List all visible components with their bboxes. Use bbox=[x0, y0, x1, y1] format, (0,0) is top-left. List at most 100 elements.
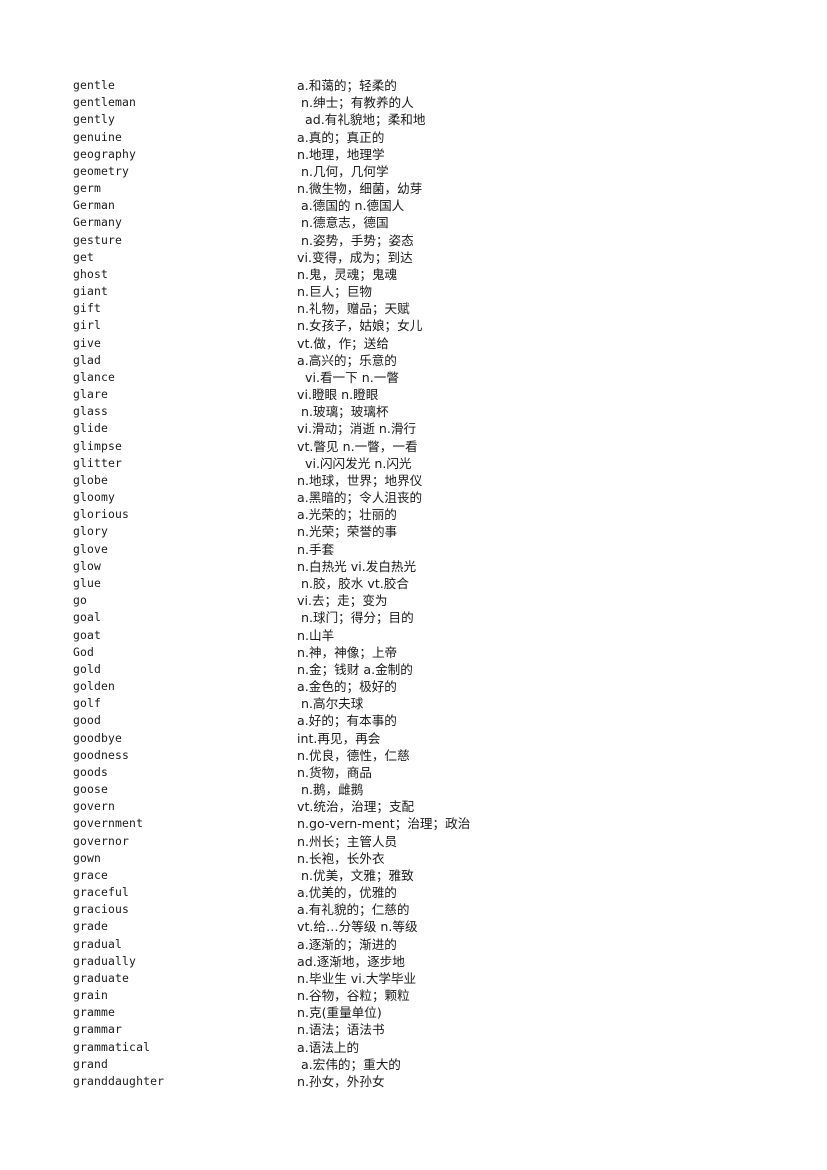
entry-term: golden bbox=[73, 679, 116, 694]
vocabulary-entry-row: germ n.微生物，细菌，幼芽 bbox=[73, 180, 773, 197]
vocabulary-entry-row: glorious a.光荣的；壮丽的 bbox=[73, 506, 773, 523]
entry-term: go bbox=[73, 593, 88, 608]
vocabulary-entry-row: gradual a.逐渐的；渐进的 bbox=[73, 936, 773, 953]
entry-definition: n.姿势，手势；姿态 bbox=[297, 232, 414, 248]
entry-term: gentle bbox=[73, 78, 116, 92]
entry-definition: n.手套 bbox=[297, 541, 335, 557]
entry-term: gold bbox=[73, 661, 102, 676]
vocabulary-entry-row: goal n.球门；得分；目的 bbox=[73, 609, 773, 626]
entry-term: glorious bbox=[73, 507, 130, 522]
vocabulary-entry-row: grammar n.语法；语法书 bbox=[73, 1021, 773, 1038]
entry-term: glitter bbox=[73, 455, 123, 470]
vocabulary-entry-row: glue n.胶，胶水 vt.胶合 bbox=[73, 575, 773, 592]
entry-term: grammar bbox=[73, 1022, 123, 1037]
vocabulary-entry-row: gradually ad.逐渐地，逐步地 bbox=[73, 953, 773, 970]
entry-term: globe bbox=[73, 472, 109, 487]
vocabulary-entry-row: glow n.白热光 vi.发白热光 bbox=[73, 558, 773, 575]
entry-definition: vt.做，作；送给 bbox=[297, 335, 389, 351]
entry-term: grace bbox=[73, 867, 109, 882]
entry-term: German bbox=[73, 198, 116, 213]
vocabulary-entry-row: glad a.高兴的；乐意的 bbox=[73, 352, 773, 369]
entry-definition: a.有礼貌的；仁慈的 bbox=[297, 902, 410, 918]
entry-term: glow bbox=[73, 558, 102, 573]
entry-definition: n.金；钱财 a.金制的 bbox=[297, 661, 413, 677]
entry-term: gently bbox=[73, 112, 116, 127]
vocabulary-entry-row: grain n.谷物，谷粒；颗粒 bbox=[73, 987, 773, 1004]
entry-definition: vi.变得，成为；到达 bbox=[297, 249, 413, 265]
entry-term: glad bbox=[73, 352, 102, 367]
vocabulary-entry-row: glove n.手套 bbox=[73, 541, 773, 558]
entry-term: grade bbox=[73, 919, 109, 934]
entry-term: goods bbox=[73, 764, 109, 779]
entry-definition: n.礼物，赠品；天赋 bbox=[297, 301, 410, 317]
vocabulary-entry-row: glass n.玻璃；玻璃杯 bbox=[73, 403, 773, 420]
entry-term: geography bbox=[73, 146, 137, 161]
entry-definition: n.毕业生 vi.大学毕业 bbox=[297, 970, 417, 986]
vocabulary-entry-row: gentleman n.绅士；有教养的人 bbox=[73, 94, 773, 111]
entry-term: goal bbox=[73, 610, 102, 625]
entry-term: glove bbox=[73, 541, 109, 556]
entry-term: governor bbox=[73, 833, 130, 848]
entry-definition: n.长袍，长外衣 bbox=[297, 850, 385, 866]
vocabulary-entry-row: grand a.宏伟的；重大的 bbox=[73, 1056, 773, 1073]
entry-term: graceful bbox=[73, 885, 130, 900]
vocabulary-entry-row: graduate n.毕业生 vi.大学毕业 bbox=[73, 970, 773, 987]
entry-term: get bbox=[73, 249, 95, 264]
vocabulary-entry-row: governor n.州长；主管人员 bbox=[73, 833, 773, 850]
vocabulary-entry-row: genuine a.真的；真正的 bbox=[73, 129, 773, 146]
vocabulary-entry-row: grace n.优美，文雅；雅致 bbox=[73, 867, 773, 884]
vocabulary-entry-row: give vt.做，作；送给 bbox=[73, 335, 773, 352]
entry-definition: a.德国的 n.德国人 bbox=[297, 198, 405, 214]
entry-definition: n.玻璃；玻璃杯 bbox=[297, 404, 389, 420]
vocabulary-entry-row: govern vt.统治，治理；支配 bbox=[73, 798, 773, 815]
vocabulary-entry-row: grade vt.给…分等级 n.等级 bbox=[73, 918, 773, 935]
entry-definition: n.神，神像；上帝 bbox=[297, 644, 398, 660]
entry-definition: a.真的；真正的 bbox=[297, 129, 385, 145]
entry-definition: a.和蔼的；轻柔的 bbox=[297, 78, 397, 93]
entry-term: glue bbox=[73, 575, 102, 590]
entry-definition: n.白热光 vi.发白热光 bbox=[297, 558, 417, 574]
entry-term: genuine bbox=[73, 129, 123, 144]
vocabulary-entry-row: grammatical a.语法上的 bbox=[73, 1039, 773, 1056]
vocabulary-entry-row: gold n.金；钱财 a.金制的 bbox=[73, 661, 773, 678]
entry-definition: n.微生物，细菌，幼芽 bbox=[297, 181, 423, 197]
entry-definition: vi.闪闪发光 n.闪光 bbox=[297, 455, 412, 471]
entry-term: give bbox=[73, 335, 102, 350]
entry-term: granddaughter bbox=[73, 1073, 165, 1088]
vocabulary-entry-row: God n.神，神像；上帝 bbox=[73, 644, 773, 661]
entry-definition: n.go-vern-ment；治理；政治 bbox=[297, 816, 471, 832]
vocabulary-entry-row: granddaughter n.孙女，外孙女 bbox=[73, 1073, 773, 1090]
entry-definition: a.光荣的；壮丽的 bbox=[297, 507, 397, 523]
entry-definition: a.好的；有本事的 bbox=[297, 713, 397, 729]
entry-definition: n.绅士；有教养的人 bbox=[297, 95, 414, 111]
entry-definition: ad.有礼貌地；柔和地 bbox=[297, 112, 426, 128]
entry-term: giant bbox=[73, 284, 109, 299]
entry-term: germ bbox=[73, 181, 102, 196]
entry-definition: a.语法上的 bbox=[297, 1039, 360, 1055]
entry-definition: a.金色的；极好的 bbox=[297, 679, 397, 695]
entry-term: grand bbox=[73, 1056, 109, 1071]
vocabulary-entry-row: globe n.地球，世界；地界仪 bbox=[73, 472, 773, 489]
entry-term: goose bbox=[73, 782, 109, 797]
vocabulary-entry-row: graceful a.优美的，优雅的 bbox=[73, 884, 773, 901]
entry-definition: n.语法；语法书 bbox=[297, 1022, 385, 1038]
entry-term: glare bbox=[73, 387, 109, 402]
vocabulary-entry-row: gloomy a.黑暗的；令人沮丧的 bbox=[73, 489, 773, 506]
entry-term: goodness bbox=[73, 747, 130, 762]
entry-definition: vi.瞪眼 n.瞪眼 bbox=[297, 387, 379, 403]
entry-term: gentleman bbox=[73, 95, 137, 110]
entry-definition: n.巨人；巨物 bbox=[297, 284, 372, 300]
vocabulary-entry-row: goat n.山羊 bbox=[73, 627, 773, 644]
entry-term: gradually bbox=[73, 953, 137, 968]
vocabulary-entry-row: glitter vi.闪闪发光 n.闪光 bbox=[73, 455, 773, 472]
entry-term: grammatical bbox=[73, 1039, 151, 1054]
document-page: gentle a.和蔼的；轻柔的 gentleman n.绅士；有教养的人 gentl… bbox=[0, 0, 827, 1170]
vocabulary-entry-row: glimpse vt.瞥见 n.一瞥，一看 bbox=[73, 438, 773, 455]
vocabulary-entry-row: government n.go-vern-ment；治理；政治 bbox=[73, 815, 773, 832]
vocabulary-entry-row: gentle a.和蔼的；轻柔的 bbox=[73, 77, 773, 94]
entry-term: good bbox=[73, 713, 102, 728]
vocabulary-entry-row: go vi.去；走；变为 bbox=[73, 592, 773, 609]
entry-definition: n.几何，几何学 bbox=[297, 163, 389, 179]
vocabulary-entry-row: get vi.变得，成为；到达 bbox=[73, 249, 773, 266]
entry-definition: n.山羊 bbox=[297, 627, 335, 643]
